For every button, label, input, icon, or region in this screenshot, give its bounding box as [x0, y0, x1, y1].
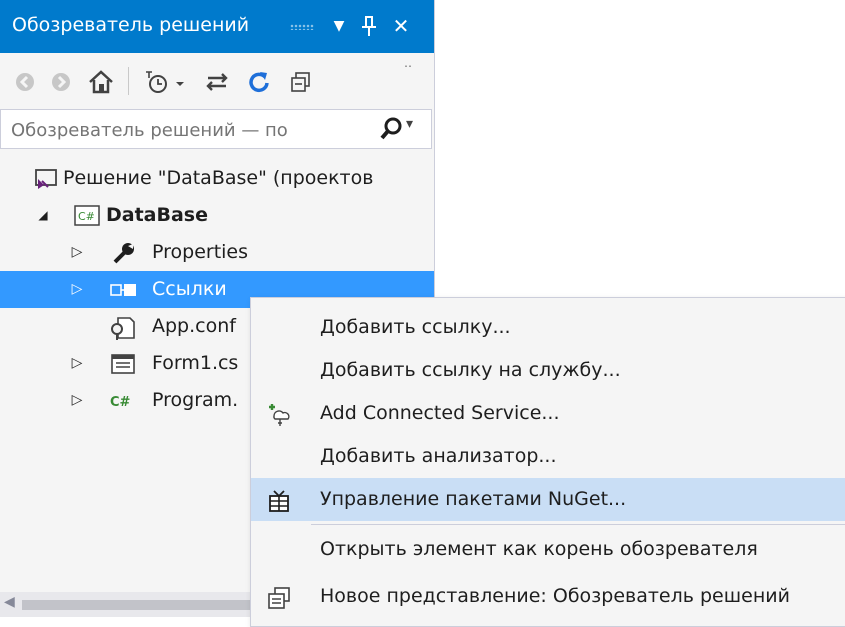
search-button[interactable]	[379, 116, 403, 147]
back-icon	[16, 72, 34, 91]
pin-button[interactable]	[356, 11, 382, 41]
config-file-icon	[110, 315, 135, 340]
forward-button[interactable]	[46, 63, 76, 99]
menu-item-add-analyzer[interactable]: Добавить анализатор...	[251, 435, 845, 478]
home-button[interactable]	[84, 63, 118, 99]
menu-item-add-service-reference[interactable]: Добавить ссылку на службу...	[251, 349, 845, 392]
close-button[interactable]: ✕	[388, 11, 414, 41]
tree-item-label: Ссылки	[152, 278, 227, 300]
svg-text:C#: C#	[110, 395, 131, 410]
clock-filter-icon	[146, 70, 184, 93]
pin-icon	[362, 16, 376, 36]
tree-item-label: App.conf	[152, 315, 236, 337]
csharp-file-icon: C#	[108, 389, 132, 413]
title-grip-dots	[290, 24, 314, 30]
menu-item-label: Add Connected Service...	[320, 402, 560, 424]
context-menu: Добавить ссылку... Добавить ссылку на сл…	[250, 297, 845, 627]
tree-item-label: DataBase	[106, 204, 208, 226]
expand-expander-icon[interactable]: ▷	[70, 382, 84, 419]
expand-expander-icon[interactable]: ▷	[70, 345, 84, 382]
expand-expander-icon[interactable]: ▷	[70, 234, 84, 271]
pending-changes-filter-button[interactable]	[140, 63, 194, 99]
forward-icon	[52, 72, 70, 91]
tree-item-label: Program.	[152, 389, 239, 411]
scroll-left-arrow-icon[interactable]: ◀	[4, 594, 15, 610]
new-view-icon	[266, 584, 292, 610]
menu-separator	[311, 524, 845, 525]
search-box: ▾	[0, 109, 432, 149]
search-icon	[380, 117, 402, 140]
toolbar-overflow-button[interactable]: ‥	[398, 53, 418, 73]
refresh-button[interactable]	[242, 63, 276, 99]
tree-item-solution[interactable]: Решение "DataBase" (проектов	[0, 160, 434, 197]
menu-item-manage-nuget-packages[interactable]: Управление пакетами NuGet...	[251, 478, 845, 521]
panel-dropdown-button[interactable]: ▼	[326, 11, 352, 41]
menu-item-label: Добавить анализатор...	[320, 445, 557, 467]
references-icon	[110, 278, 136, 302]
tree-item-label: Properties	[152, 241, 249, 263]
scrollbar-thumb[interactable]	[22, 600, 252, 610]
back-button[interactable]	[10, 63, 40, 99]
home-icon	[89, 69, 113, 93]
csharp-project-icon: C#	[74, 204, 100, 228]
tree-item-label: Form1.cs	[152, 352, 239, 374]
menu-item-label: Добавить ссылку...	[320, 316, 511, 338]
menu-item-label: Новое представление: Обозреватель решени…	[320, 585, 790, 607]
title-bar: Обозреватель решений ▼ ✕	[0, 0, 434, 53]
solution-icon	[34, 167, 58, 191]
sync-with-document-button[interactable]	[200, 63, 234, 99]
menu-item-add-connected-service[interactable]: Add Connected Service...	[251, 392, 845, 435]
search-options-dropdown[interactable]: ▾	[406, 116, 413, 132]
refresh-icon	[249, 71, 269, 92]
panel-title: Обозреватель решений	[12, 14, 250, 36]
menu-item-open-as-explorer-root[interactable]: Открыть элемент как корень обозревателя	[251, 528, 845, 571]
search-input[interactable]	[9, 116, 343, 144]
toolbar-separator	[128, 67, 129, 95]
collapse-all-button[interactable]	[284, 63, 318, 99]
nuget-icon	[266, 487, 292, 513]
svg-text:C#: C#	[78, 210, 95, 223]
toolbar: ‥	[0, 53, 434, 109]
collapse-expander-icon[interactable]: ◢	[36, 197, 50, 234]
menu-item-label: Открыть элемент как корень обозревателя	[320, 538, 758, 560]
tree-item-project[interactable]: ◢ C# DataBase	[0, 197, 434, 234]
menu-item-add-reference[interactable]: Добавить ссылку...	[251, 306, 845, 349]
collapse-all-icon	[291, 71, 310, 92]
menu-item-label: Добавить ссылку на службу...	[320, 359, 621, 381]
sync-icon	[206, 72, 228, 91]
tree-item-label: Решение "DataBase" (проектов	[63, 167, 374, 189]
tree-item-properties[interactable]: ▷ Properties	[0, 234, 434, 271]
menu-item-new-solution-explorer-view[interactable]: Новое представление: Обозреватель решени…	[251, 575, 845, 618]
expand-expander-icon[interactable]: ▷	[70, 271, 84, 308]
connected-service-icon	[266, 401, 292, 427]
form-icon	[110, 352, 135, 376]
menu-item-label: Управление пакетами NuGet...	[320, 488, 627, 510]
wrench-icon	[112, 241, 136, 265]
